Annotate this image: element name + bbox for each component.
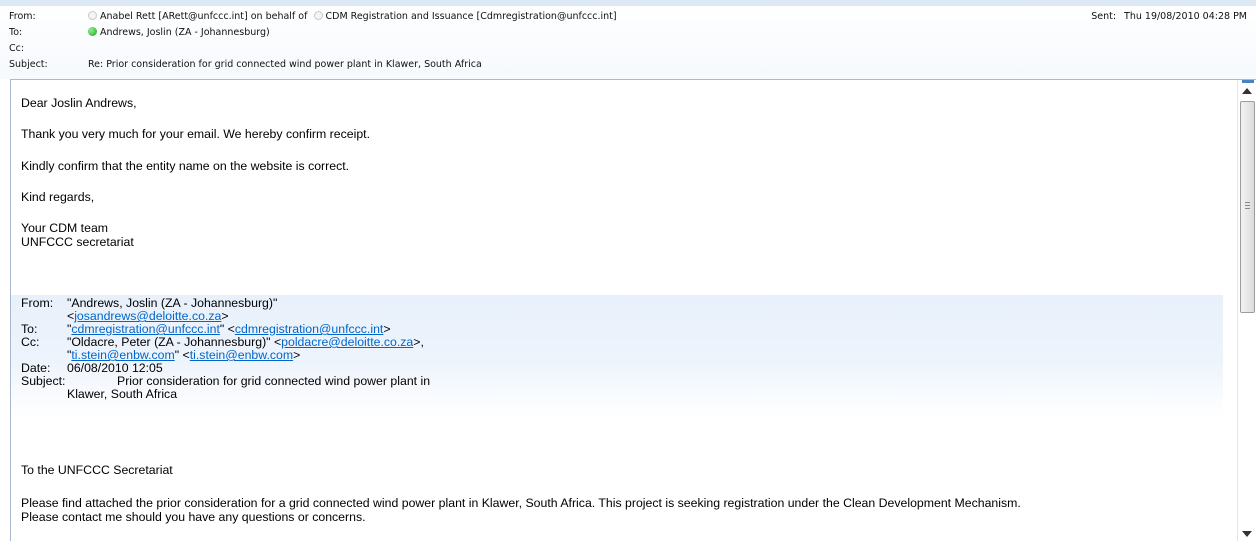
vertical-scrollbar[interactable]: [1237, 80, 1256, 541]
original-salutation: To the UNFCCC Secretariat: [21, 463, 173, 477]
subject-value: Re: Prior consideration for grid connect…: [88, 59, 482, 70]
to-label: To:: [9, 27, 23, 38]
presence-online-icon: [88, 27, 97, 36]
from-sender[interactable]: Anabel Rett [ARett@unfccc.int] on behalf…: [100, 11, 307, 22]
scroll-up-arrow-icon[interactable]: [1242, 88, 1252, 94]
subject-row: Subject: Re: Prior consideration for gri…: [9, 58, 909, 72]
cc-label: Cc:: [9, 43, 25, 54]
presence-offline-icon: [313, 11, 323, 20]
quoted-cc2-name-link[interactable]: ti.stein@enbw.com: [71, 348, 174, 362]
subject-label: Subject:: [9, 59, 48, 70]
quoted-subject-line-2: Klawer, South Africa: [67, 387, 178, 401]
cc-row: Cc:: [9, 42, 609, 56]
closing: Kind regards,: [21, 190, 95, 204]
scroll-grip-icon: [1245, 202, 1250, 209]
message-body[interactable]: Dear Joslin Andrews, Thank you very much…: [10, 79, 1256, 541]
quoted-subject-label: Subject:: [21, 374, 66, 388]
sent-label: Sent:: [1091, 11, 1117, 22]
scroll-down-arrow-icon[interactable]: [1242, 531, 1252, 537]
quoted-cc2-email-link[interactable]: ti.stein@enbw.com: [190, 348, 293, 362]
from-value: Anabel Rett [ARett@unfccc.int] on behalf…: [88, 10, 617, 24]
message-header: From: Anabel Rett [ARett@unfccc.int] on …: [0, 0, 1256, 79]
scroll-thumb[interactable]: [1240, 101, 1255, 313]
greeting: Dear Joslin Andrews,: [21, 96, 137, 110]
to-row: To: Andrews, Joslin (ZA - Johannesburg): [9, 26, 609, 40]
sent-row: Sent: Thu 19/08/2010 04:28 PM: [1091, 10, 1247, 24]
original-paragraph-1: Please find attached the prior considera…: [21, 496, 1021, 510]
quoted-header: From: "Andrews, Joslin (ZA - Johannesbur…: [11, 295, 1223, 417]
quoted-from-email-link[interactable]: josandrews@deloitte.co.za: [74, 309, 221, 323]
quoted-to-name-link[interactable]: cdmregistration@unfccc.int: [71, 322, 220, 336]
reply-line-1: Thank you very much for your email. We h…: [21, 127, 371, 141]
reply-line-2: Kindly confirm that the entity name on t…: [21, 159, 350, 173]
to-value: Andrews, Joslin (ZA - Johannesburg): [88, 26, 270, 40]
signature-line-2: UNFCCC secretariat: [21, 235, 134, 249]
scroll-position-marker: [1242, 80, 1254, 83]
signature-line-1: Your CDM team: [21, 221, 109, 235]
quoted-cc1-name: "Oldacre, Peter (ZA - Johannesburg)": [67, 335, 271, 349]
quoted-cc-label: Cc:: [21, 335, 40, 349]
from-row: From: Anabel Rett [ARett@unfccc.int] on …: [9, 10, 1009, 24]
from-onbehalf[interactable]: CDM Registration and Issuance [Cdmregist…: [326, 11, 617, 22]
quoted-cc1-email-link[interactable]: poldacre@deloitte.co.za: [281, 335, 413, 349]
presence-offline-icon: [88, 11, 97, 20]
sent-value: Thu 19/08/2010 04:28 PM: [1124, 11, 1247, 22]
to-recipient[interactable]: Andrews, Joslin (ZA - Johannesburg): [100, 27, 270, 38]
from-label: From:: [9, 11, 36, 22]
quoted-to-email-link[interactable]: cdmregistration@unfccc.int: [235, 322, 384, 336]
quoted-from-label: From:: [21, 296, 54, 310]
header-top-border: [0, 0, 1256, 6]
original-paragraph-2: Please contact me should you have any qu…: [21, 510, 366, 524]
